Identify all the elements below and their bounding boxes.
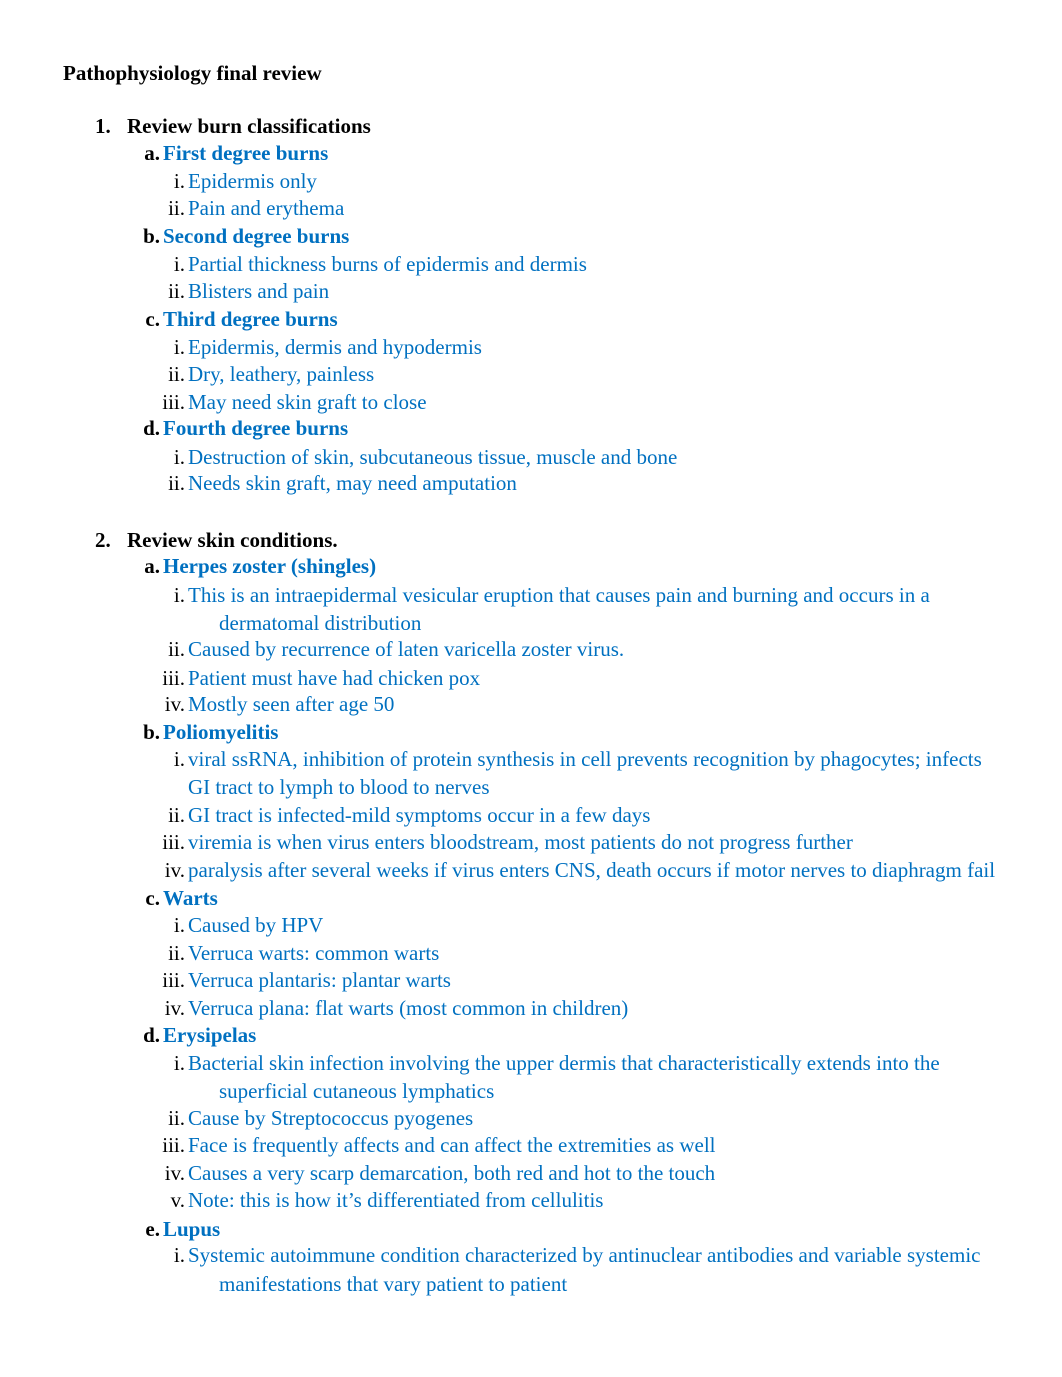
item-text: Partial thickness burns of epidermis and… <box>188 252 587 276</box>
item-numeral: iv. <box>164 858 185 882</box>
item-numeral: v. <box>170 1188 185 1212</box>
item-text: Causes a very scarp demarcation, both re… <box>188 1161 716 1185</box>
item-text: Mostly seen after age 50 <box>188 692 395 716</box>
item-text: paralysis after several weeks if virus e… <box>188 858 996 882</box>
item-text: Face is frequently affects and can affec… <box>188 1133 716 1157</box>
item-text: Verruca plana: flat warts (most common i… <box>188 996 629 1020</box>
section-number: 2. <box>95 528 111 552</box>
item-letter: b. <box>143 224 160 248</box>
item-text: Epidermis only <box>188 169 317 193</box>
item-letter: a. <box>144 554 160 578</box>
item-text: This is an intraepidermal vesicular erup… <box>188 583 930 607</box>
item-label: Poliomyelitis <box>163 720 279 744</box>
item-label: Second degree burns <box>163 224 350 248</box>
item-numeral: i. <box>173 335 185 359</box>
item-numeral: iv. <box>164 996 185 1020</box>
item-text: Systemic autoimmune condition characteri… <box>188 1243 981 1267</box>
item-numeral: i. <box>173 913 185 937</box>
item-text: Epidermis, dermis and hypodermis <box>188 335 482 359</box>
item-letter: c. <box>145 307 160 331</box>
item-label: Fourth degree burns <box>163 416 349 440</box>
document-title: Pathophysiology final review <box>63 61 322 85</box>
item-numeral: iii. <box>162 830 185 854</box>
section-title: Review burn classifications <box>127 114 371 138</box>
item-letter: c. <box>145 886 160 910</box>
item-numeral: i. <box>173 1051 185 1075</box>
item-text: dermatomal distribution <box>219 611 422 635</box>
item-letter: e. <box>145 1217 160 1241</box>
item-text: superficial cutaneous lymphatics <box>219 1079 495 1103</box>
section-title: Review skin conditions. <box>127 528 338 552</box>
item-text: Needs skin graft, may need amputation <box>188 471 517 495</box>
item-numeral: iii. <box>162 666 185 690</box>
item-text: Dry, leathery, painless <box>188 362 375 386</box>
item-numeral: ii. <box>168 362 185 386</box>
item-text: Bacterial skin infection involving the u… <box>188 1051 940 1075</box>
item-text: Pain and erythema <box>188 196 345 220</box>
item-label: Lupus <box>163 1217 221 1241</box>
item-numeral: i. <box>173 252 185 276</box>
item-text: manifestations that vary patient to pati… <box>219 1272 568 1296</box>
item-text: May need skin graft to close <box>188 390 427 414</box>
item-letter: a. <box>144 141 160 165</box>
item-numeral: ii. <box>168 637 185 661</box>
item-numeral: ii. <box>168 1106 185 1130</box>
item-numeral: iii. <box>162 390 185 414</box>
item-text: Patient must have had chicken pox <box>188 666 481 690</box>
item-letter: b. <box>143 720 160 744</box>
item-text: Destruction of skin, subcutaneous tissue… <box>188 445 678 469</box>
item-text: Note: this is how it’s differentiated fr… <box>188 1188 604 1212</box>
item-numeral: iii. <box>162 968 185 992</box>
item-numeral: ii. <box>168 279 185 303</box>
document-page: Pathophysiology final review 1. Review b… <box>0 0 1062 1377</box>
item-label: Third degree burns <box>163 307 338 331</box>
section-number: 1. <box>95 114 111 138</box>
item-numeral: iv. <box>164 1161 185 1185</box>
item-numeral: i. <box>173 169 185 193</box>
item-numeral: i. <box>173 583 185 607</box>
item-letter: d. <box>143 1023 160 1047</box>
item-numeral: iii. <box>162 1133 185 1157</box>
item-text: Cause by Streptococcus pyogenes <box>188 1106 474 1130</box>
item-text: GI tract to lymph to blood to nerves <box>188 775 490 799</box>
item-label: Warts <box>163 886 218 910</box>
item-text: Verruca warts: common warts <box>188 941 440 965</box>
item-numeral: i. <box>173 445 185 469</box>
item-numeral: ii. <box>168 803 185 827</box>
item-numeral: ii. <box>168 196 185 220</box>
item-text: Caused by HPV <box>188 913 324 937</box>
item-numeral: ii. <box>168 471 185 495</box>
item-numeral: i. <box>173 1243 185 1267</box>
item-text: Caused by recurrence of laten varicella … <box>188 637 625 661</box>
item-text: Blisters and pain <box>188 279 330 303</box>
item-numeral: iv. <box>164 692 185 716</box>
item-label: Erysipelas <box>163 1023 257 1047</box>
item-letter: d. <box>143 416 160 440</box>
item-text: viral ssRNA, inhibition of protein synth… <box>188 747 982 771</box>
item-text: GI tract is infected-mild symptoms occur… <box>188 803 651 827</box>
item-text: viremia is when virus enters bloodstream… <box>188 830 853 854</box>
item-text: Verruca plantaris: plantar warts <box>188 968 451 992</box>
item-label: Herpes zoster (shingles) <box>163 554 377 578</box>
item-numeral: ii. <box>168 941 185 965</box>
item-label: First degree burns <box>163 141 329 165</box>
item-numeral: i. <box>173 747 185 771</box>
